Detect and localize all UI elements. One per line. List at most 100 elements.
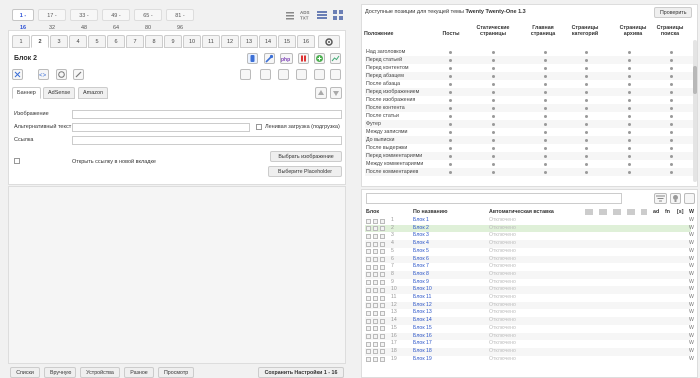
choose-image-button[interactable]: Выбрать изображение — [270, 151, 342, 162]
block-row[interactable]: 5 Блок 5 Отключено W — [365, 248, 694, 256]
row-action-icon[interactable] — [380, 295, 385, 301]
tab-1[interactable]: 1 — [12, 35, 30, 48]
row-action-icon[interactable] — [380, 326, 385, 332]
tab-5[interactable]: 5 — [88, 35, 106, 48]
row-action-icon[interactable] — [373, 226, 378, 232]
block-row[interactable]: 9 Блок 9 Отключено W — [365, 279, 694, 287]
row-action-icon[interactable] — [373, 257, 378, 262]
row-action-icon[interactable] — [380, 287, 385, 293]
row-action-icon[interactable] — [366, 272, 371, 278]
tab-3[interactable]: 3 — [50, 35, 68, 48]
row-action-icon[interactable] — [366, 233, 371, 239]
block-row[interactable]: 19 Блок 19 Отключено W — [365, 356, 694, 364]
new-tab-checkbox[interactable] — [14, 158, 20, 164]
row-action-icon[interactable] — [380, 310, 385, 316]
bulb-icon[interactable] — [670, 193, 681, 204]
row-action-icon[interactable] — [366, 257, 371, 262]
block-name-link[interactable]: Блок 4 — [413, 240, 429, 248]
block-name-link[interactable]: Блок 3 — [413, 232, 429, 240]
block-name-link[interactable]: Блок 8 — [413, 271, 429, 279]
lazy-load-checkbox[interactable] — [256, 124, 262, 130]
row-action-icon[interactable] — [380, 349, 385, 355]
code-icon[interactable]: <> — [38, 69, 49, 80]
page-range-3[interactable]: 33 - 48 — [70, 9, 98, 31]
alt-text-input[interactable] — [72, 123, 250, 132]
row-action-icon[interactable] — [373, 326, 378, 332]
row-action-icon[interactable] — [373, 318, 378, 324]
row-action-icon[interactable] — [373, 349, 378, 355]
block-name-link[interactable]: Блок 13 — [413, 309, 432, 317]
row-action-icon[interactable] — [373, 310, 378, 316]
row-action-icon[interactable] — [373, 295, 378, 301]
tab-2[interactable]: 2 — [31, 35, 49, 48]
block-name-link[interactable]: Блок 14 — [413, 317, 432, 325]
row-action-icon[interactable] — [373, 241, 378, 247]
tab-6[interactable]: 6 — [107, 35, 125, 48]
block-name-link[interactable]: Блок 5 — [413, 248, 429, 256]
row-action-icon[interactable] — [366, 295, 371, 301]
choose-placeholder-button[interactable]: Выберите Placeholder — [268, 166, 342, 177]
check-button[interactable]: Проверить — [654, 7, 692, 18]
row-action-icon[interactable] — [366, 226, 371, 232]
block-name-link[interactable]: Блок 7 — [413, 263, 429, 271]
row-action-icon[interactable] — [380, 249, 385, 255]
tab-13[interactable]: 13 — [240, 35, 258, 48]
row-action-icon[interactable] — [373, 249, 378, 255]
page-range-4[interactable]: 49 - 64 — [102, 9, 130, 31]
edit-icon[interactable] — [73, 69, 84, 80]
misc-button[interactable]: Разное — [124, 367, 154, 378]
refresh-icon[interactable] — [56, 69, 67, 80]
block-name-link[interactable]: Блок 11 — [413, 294, 431, 302]
block-name-link[interactable]: Блок 19 — [413, 356, 432, 364]
block-row[interactable]: 4 Блок 4 Отключено W — [365, 240, 694, 248]
row-action-icon[interactable] — [380, 341, 385, 347]
tab-12[interactable]: 12 — [221, 35, 239, 48]
block-row[interactable]: 2 Блок 2 Отключено W — [365, 224, 694, 233]
row-action-icon[interactable] — [366, 218, 371, 224]
block-name-link[interactable]: Блок 2 — [413, 225, 429, 233]
block-row[interactable]: 16 Блок 16 Отключено W — [365, 332, 694, 341]
manual-button[interactable]: Вручную — [44, 367, 76, 378]
row-action-icon[interactable] — [366, 287, 371, 293]
row-action-icon[interactable] — [366, 326, 371, 332]
block-row[interactable]: 17 Блок 17 Отключено W — [365, 340, 694, 348]
block-row[interactable]: 15 Блок 15 Отключено W — [365, 325, 694, 333]
ads-txt-icon[interactable]: ADS TXT — [300, 9, 312, 21]
arrow-down-icon[interactable] — [330, 87, 342, 99]
tab-14[interactable]: 14 — [259, 35, 277, 48]
tab-7[interactable]: 7 — [126, 35, 144, 48]
gear-icon[interactable] — [318, 35, 340, 48]
rows-icon[interactable] — [316, 9, 328, 21]
no-wrap-icon[interactable] — [330, 69, 341, 80]
reset-icon[interactable] — [684, 193, 695, 204]
row-action-icon[interactable] — [380, 303, 385, 309]
row-action-icon[interactable] — [373, 233, 378, 239]
block-name-link[interactable]: Блок 10 — [413, 286, 432, 294]
code-editor-area[interactable] — [8, 186, 346, 364]
row-action-icon[interactable] — [380, 241, 385, 247]
block-row[interactable]: 1 Блок 1 Отключено W — [365, 217, 694, 225]
add-icon[interactable] — [314, 53, 325, 64]
tab-4[interactable]: 4 — [69, 35, 87, 48]
devices-button[interactable]: Устройства — [80, 367, 120, 378]
page-range-2[interactable]: 17 - 32 — [38, 9, 66, 31]
row-action-icon[interactable] — [380, 226, 385, 232]
row-action-icon[interactable] — [380, 218, 385, 224]
block-row[interactable]: 14 Блок 14 Отключено W — [365, 317, 694, 325]
block-row[interactable]: 8 Блок 8 Отключено W — [365, 270, 694, 279]
row-action-icon[interactable] — [373, 272, 378, 278]
php-icon[interactable]: php — [280, 53, 293, 64]
block-name-link[interactable]: Блок 17 — [413, 340, 432, 348]
link-input[interactable] — [72, 136, 342, 145]
block-search-input[interactable] — [366, 193, 622, 204]
row-action-icon[interactable] — [373, 264, 378, 270]
row-action-icon[interactable] — [366, 349, 371, 355]
block-row[interactable]: 18 Блок 18 Отключено W — [365, 347, 694, 356]
block-name-link[interactable]: Блок 12 — [413, 302, 432, 310]
move-icon[interactable] — [12, 69, 23, 80]
image-url-input[interactable] — [72, 110, 342, 119]
align-center-icon[interactable] — [260, 69, 271, 80]
align-right-icon[interactable] — [278, 69, 289, 80]
tab-adsense[interactable]: AdSense — [43, 87, 76, 99]
float-left-icon[interactable] — [296, 69, 307, 80]
